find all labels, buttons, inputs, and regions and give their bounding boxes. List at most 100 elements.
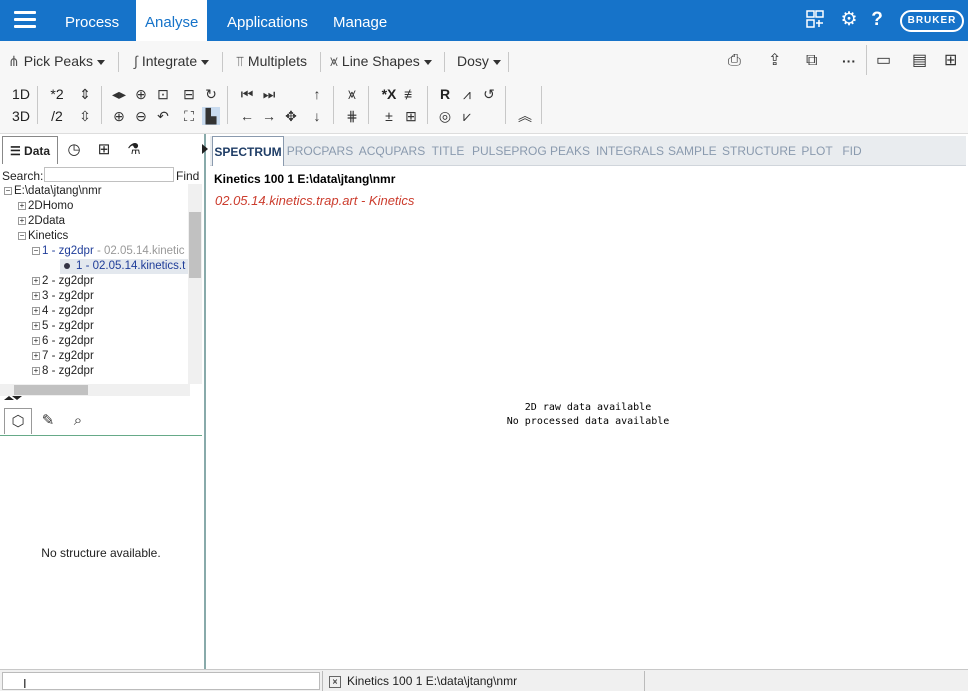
fit-horizontal-icon[interactable]: ⊡ — [154, 85, 172, 103]
tree-item-2dhomo[interactable]: +2DHomo — [18, 199, 73, 214]
multiplets-button[interactable]: ⫪ Multiplets — [236, 52, 307, 72]
fit-vertical-icon[interactable]: ⊟ — [180, 85, 198, 103]
export-icon[interactable]: ⇪ — [768, 52, 781, 72]
window-layout-icon[interactable]: ▭ — [876, 52, 891, 72]
tab-history[interactable]: ◷ — [60, 136, 88, 164]
move-up-icon[interactable]: ↑ — [308, 85, 326, 103]
full-view-icon[interactable]: ⛶ — [180, 107, 198, 125]
collapse-toolbar-icon[interactable]: ︽ — [516, 107, 534, 125]
zoom-region-icon[interactable]: ⊕ — [132, 85, 150, 103]
panel-layout-icon[interactable]: ▤ — [912, 52, 927, 72]
tab-sample[interactable]: SAMPLE — [668, 136, 717, 166]
tab-acqupars[interactable]: ACQUPARS — [358, 136, 426, 166]
scale-reset-icon[interactable]: ⇳ — [76, 107, 94, 125]
undo-zoom-icon[interactable]: ↶ — [154, 107, 172, 125]
scale-up-down-icon[interactable]: ⇕ — [76, 85, 94, 103]
menu-applications[interactable]: Applications — [218, 0, 317, 41]
pencil-icon: ✎ — [41, 412, 55, 429]
spectrum-status-icon: ⩙ — [329, 675, 341, 688]
tab-structure[interactable]: ⬡ — [4, 408, 32, 434]
tab-samples[interactable]: ⚗ — [120, 136, 148, 164]
pick-peaks-button[interactable]: ⋔ Pick Peaks — [8, 52, 105, 72]
phase-correction-icon[interactable]: ↺ — [480, 85, 498, 103]
line-shapes-icon: ⩙ — [330, 53, 338, 69]
tab-fid[interactable]: FID — [840, 136, 864, 166]
tab-peaks[interactable]: PEAKS — [550, 136, 590, 166]
view-1d-button[interactable]: 1D — [10, 85, 32, 103]
panel-settings-icon[interactable]: ⊞ — [944, 52, 957, 72]
copy-icon[interactable]: ⧉ — [806, 52, 817, 72]
menu-process[interactable]: Process — [56, 0, 128, 41]
browser-tabs: ☰ Data ◷ ⊞ ⚗ — [0, 136, 208, 164]
tree-item-experiment-2[interactable]: +2 - zg2dpr — [32, 274, 94, 289]
skip-right-icon[interactable]: ⏭ — [260, 85, 278, 103]
phase-icon[interactable]: ⩘ — [458, 85, 476, 103]
search-label: Search: — [2, 169, 44, 183]
view-3d-button[interactable]: 3D — [10, 107, 32, 125]
grid-icon[interactable]: ⋕ — [343, 107, 361, 125]
search-input[interactable] — [44, 167, 174, 182]
layout-grid-icon[interactable] — [804, 9, 826, 31]
tab-layout[interactable]: ⊞ — [90, 136, 118, 164]
zoom-in-icon[interactable]: ⊕ — [110, 107, 128, 125]
tab-edit-structure[interactable]: ✎ — [34, 408, 62, 434]
move-left-icon[interactable]: ← — [238, 107, 256, 125]
move-right-icon[interactable]: → — [260, 107, 278, 125]
scale-div-two-button[interactable]: /2 — [46, 107, 68, 125]
tab-structure-data[interactable]: STRUCTURE — [722, 136, 796, 166]
hamburger-menu-icon[interactable] — [14, 11, 36, 29]
command-line-input[interactable]: I — [2, 672, 320, 691]
tree-item-experiment-7[interactable]: +7 - zg2dpr — [32, 349, 94, 364]
tab-title[interactable]: TITLE — [430, 136, 466, 166]
tree-item-experiment-4[interactable]: +4 - zg2dpr — [32, 304, 94, 319]
menu-analyse[interactable]: Analyse — [136, 0, 208, 41]
tab-spectrum[interactable]: SPECTRUM — [212, 136, 284, 166]
splitter-down-arrow-icon[interactable] — [12, 396, 22, 400]
tab-procpars[interactable]: PROCPARS — [286, 136, 354, 166]
menu-manage[interactable]: Manage — [324, 0, 396, 41]
reset-r-button[interactable]: R — [436, 85, 454, 103]
spectrum-display-icon[interactable]: ▙ — [202, 107, 220, 125]
peaks-overlay-icon[interactable]: ⩗ — [458, 107, 476, 125]
baseline-icon[interactable]: ⩙ — [343, 85, 361, 103]
panel-splitter[interactable] — [0, 396, 202, 404]
strike-peaks-icon[interactable]: ≢ — [402, 85, 420, 103]
skip-left-icon[interactable]: ⏮ — [238, 85, 256, 103]
tab-data[interactable]: ☰ Data — [2, 136, 58, 164]
main-toolbar: ⋔ Pick Peaks ∫ Integrate ⫪ Multiplets ⩙ Line… — [0, 41, 968, 80]
contour-icon[interactable]: ◎ — [436, 107, 454, 125]
tab-structure-search[interactable]: ⌕ — [64, 408, 92, 434]
tree-item-experiment-6[interactable]: +6 - zg2dpr — [32, 334, 94, 349]
settings-gear-icon[interactable]: ⚙ — [838, 9, 860, 31]
tree-item-procno-1[interactable]: 1 - 02.05.14.kinetics.t — [60, 259, 190, 274]
line-shapes-label: Line Shapes — [341, 53, 420, 69]
line-shapes-button[interactable]: ⩙ Line Shapes — [330, 52, 432, 72]
tree-item-experiment-1[interactable]: −1 - zg2dpr - 02.05.14.kinetic — [32, 244, 185, 259]
tree-item-experiment-8[interactable]: +8 - zg2dpr — [32, 364, 94, 379]
integrate-button[interactable]: ∫ Integrate — [134, 52, 210, 72]
move-down-icon[interactable]: ↓ — [308, 107, 326, 125]
find-button[interactable]: Find — [176, 169, 199, 183]
peak-table-icon[interactable]: ⊞ — [402, 107, 420, 125]
tree-vertical-scrollbar[interactable] — [188, 184, 202, 384]
print-icon[interactable]: ⎙ — [728, 52, 741, 72]
tree-item-experiment-5[interactable]: +5 - zg2dpr — [32, 319, 94, 334]
tab-plot[interactable]: PLOT — [800, 136, 834, 166]
tree-item-experiment-3[interactable]: +3 - zg2dpr — [32, 289, 94, 304]
move-all-icon[interactable]: ✥ — [282, 107, 300, 125]
rotate-icon[interactable]: ↻ — [202, 85, 220, 103]
tree-item-kinetics[interactable]: − Kinetics — [18, 229, 68, 244]
tree-root[interactable]: − E:\data\jtang\nmr — [4, 184, 102, 199]
help-icon[interactable]: ? — [866, 9, 888, 31]
plus-minus-icon[interactable]: ± — [380, 107, 398, 125]
more-options-icon[interactable]: ··· — [842, 52, 856, 72]
dosy-button[interactable]: Dosy — [457, 52, 501, 72]
multiply-x-button[interactable]: *X — [378, 85, 400, 103]
tab-integrals[interactable]: INTEGRALS — [596, 136, 664, 166]
zoom-out-icon[interactable]: ⊖ — [132, 107, 150, 125]
tree-horizontal-scrollbar[interactable] — [0, 384, 190, 396]
tree-item-2ddata[interactable]: +2Ddata — [18, 214, 65, 229]
tab-pulseprog[interactable]: PULSEPROG — [472, 136, 547, 166]
expand-horizontal-icon[interactable]: ◂▸ — [110, 85, 128, 103]
scale-times-two-button[interactable]: *2 — [46, 85, 68, 103]
